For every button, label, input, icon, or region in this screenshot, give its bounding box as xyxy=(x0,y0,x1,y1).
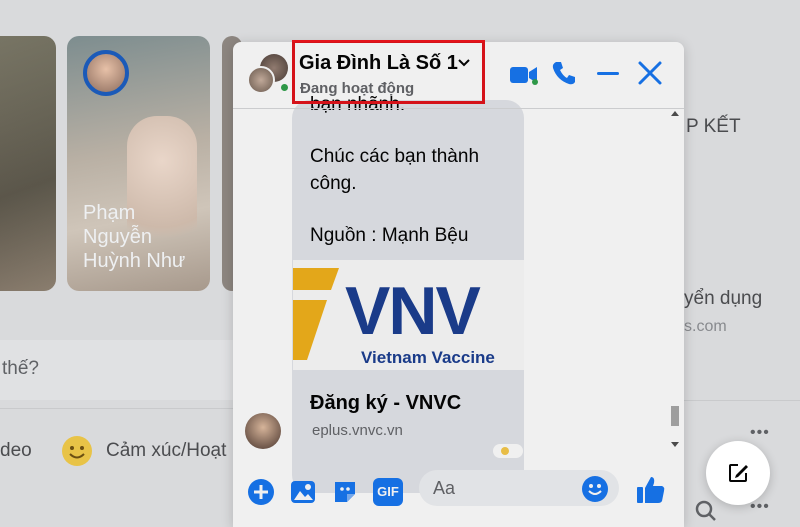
emoji-icon[interactable] xyxy=(581,475,609,503)
annotation-highlight-box xyxy=(292,40,485,104)
plus-icon[interactable] xyxy=(247,478,275,506)
story-author-name: Phạm Nguyễn Huỳnh Như xyxy=(83,202,186,272)
compose-icon xyxy=(729,464,748,482)
live-video-label[interactable]: deo xyxy=(0,440,32,462)
post-prompt: thế? xyxy=(2,358,39,379)
feeling-label[interactable]: Cảm xúc/Hoạt xyxy=(106,440,226,462)
scrollbar[interactable] xyxy=(669,110,681,452)
divider xyxy=(0,408,233,409)
chat-window: bạn nhãnh. Chúc các bạn thành công. Nguồ… xyxy=(233,40,684,527)
sponsored-domain[interactable]: s.com xyxy=(684,318,727,336)
chat-header: Gia Đình Là Số 1 Đang hoạt động xyxy=(233,40,684,109)
like-icon[interactable] xyxy=(635,474,667,506)
link-preview-url[interactable]: eplus.vnvc.vn xyxy=(312,422,403,439)
smile-icon xyxy=(62,436,92,466)
sender-avatar[interactable] xyxy=(245,413,281,449)
brand-caption: Vietnam Vaccine xyxy=(361,348,495,367)
message-composer: GIF Aa xyxy=(233,460,684,527)
message-input[interactable]: Aa xyxy=(419,470,619,506)
feeling-button[interactable] xyxy=(60,434,94,473)
image-icon[interactable] xyxy=(289,478,317,506)
vnvc-logo-icon xyxy=(293,268,339,360)
minimize-icon[interactable] xyxy=(595,60,621,86)
sidebar-heading: P KẾT xyxy=(686,116,741,137)
close-icon[interactable] xyxy=(637,60,663,86)
group-avatar xyxy=(247,66,275,94)
online-status-dot xyxy=(279,82,290,93)
more-options-icon[interactable]: ••• xyxy=(750,424,770,442)
video-call-icon[interactable] xyxy=(509,60,539,90)
post-composer-box[interactable]: thế? xyxy=(0,340,233,400)
new-message-button[interactable] xyxy=(706,441,770,505)
brand-wordmark: VNV xyxy=(345,273,481,349)
divider xyxy=(684,400,800,401)
message-text-line: công. xyxy=(310,173,357,194)
scrollbar-thumb[interactable] xyxy=(671,406,679,426)
scroll-down-icon[interactable] xyxy=(671,440,679,448)
sticker-icon[interactable] xyxy=(331,478,359,506)
link-preview-title[interactable]: Đăng ký - VNVC xyxy=(310,392,461,415)
story-avatar xyxy=(83,50,129,96)
link-preview-image[interactable]: VNV Vietnam Vaccine xyxy=(293,260,524,370)
sponsored-title[interactable]: yển dụng xyxy=(684,288,762,310)
gif-icon[interactable]: GIF xyxy=(373,478,403,506)
message-text-line: Chúc các bạn thành xyxy=(310,146,480,167)
message-input-placeholder: Aa xyxy=(433,478,456,498)
story-card-huynh-nhu[interactable]: Phạm Nguyễn Huỳnh Như xyxy=(67,36,210,291)
reaction-badge[interactable] xyxy=(493,444,523,458)
scroll-up-icon[interactable] xyxy=(671,110,679,118)
phone-icon[interactable] xyxy=(551,60,577,86)
story-card[interactable] xyxy=(0,36,56,291)
message-source: Nguồn : Mạnh Bệu xyxy=(310,225,469,246)
search-icon[interactable] xyxy=(695,500,717,527)
